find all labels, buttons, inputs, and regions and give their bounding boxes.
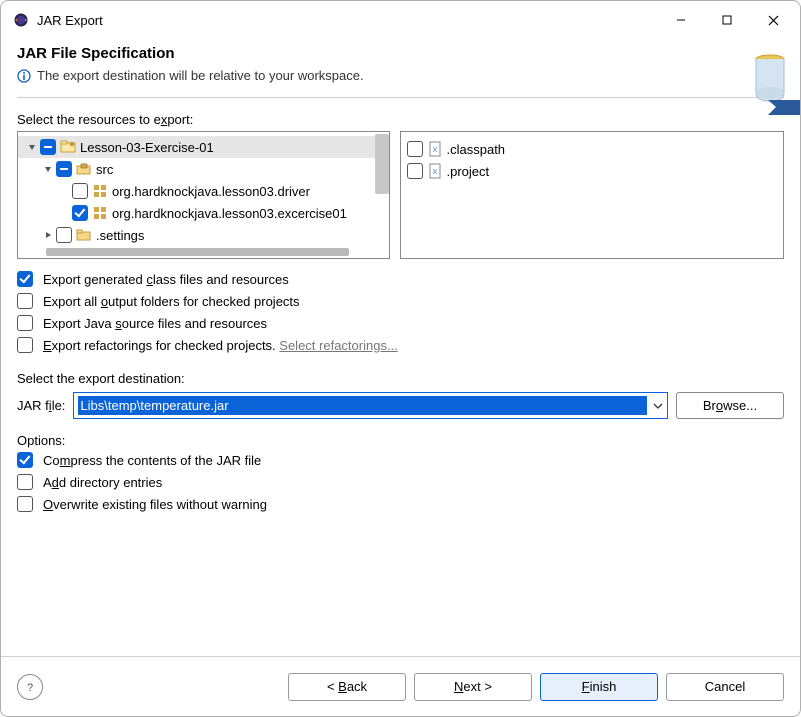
- source-folder-icon: [76, 161, 92, 177]
- opt-add-directory[interactable]: Add directory entries: [17, 474, 784, 490]
- opt-label: Export Java source files and resources: [43, 316, 267, 331]
- checkbox-export-generated[interactable]: [17, 271, 33, 287]
- opt-export-all-output[interactable]: Export all output folders for checked pr…: [17, 293, 784, 309]
- project-icon: [60, 139, 76, 155]
- svg-text:X: X: [432, 147, 437, 154]
- resource-panes: Lesson-03-Exercise-01 src: [17, 131, 784, 259]
- browse-button[interactable]: Browse...: [676, 392, 784, 419]
- tree-label: src: [96, 162, 113, 177]
- titlebar-left: JAR Export: [13, 12, 103, 28]
- checkbox-export-refactorings[interactable]: [17, 337, 33, 353]
- file-label: .project: [447, 164, 490, 179]
- checkbox-project-file[interactable]: [407, 163, 423, 179]
- svg-text:X: X: [432, 169, 437, 176]
- banner: JAR File Specification The export destin…: [1, 39, 800, 98]
- select-refactorings-link[interactable]: Select refactorings...: [279, 338, 398, 353]
- tree-node-pkg-excercise[interactable]: org.hardknockjava.lesson03.excercise01: [18, 202, 389, 224]
- opt-export-generated[interactable]: Export generated class files and resourc…: [17, 271, 784, 287]
- footer: ? < Back Next > Finish Cancel: [1, 656, 800, 716]
- checkbox-src[interactable]: [56, 161, 72, 177]
- wizard-nav: < Back Next > Finish Cancel: [288, 673, 784, 701]
- tree-node-pkg-driver[interactable]: org.hardknockjava.lesson03.driver: [18, 180, 389, 202]
- horizontal-scrollbar[interactable]: [46, 248, 349, 256]
- destination-label: Select the export destination:: [17, 371, 784, 386]
- options-header: Options:: [17, 433, 784, 448]
- next-button[interactable]: Next >: [414, 673, 532, 701]
- jar-file-combo[interactable]: [73, 392, 668, 419]
- separator: [17, 97, 784, 98]
- checkbox-settings[interactable]: [56, 227, 72, 243]
- opt-label: Export refactorings for checked projects…: [43, 338, 398, 353]
- opt-export-java-source[interactable]: Export Java source files and resources: [17, 315, 784, 331]
- opt-label: Overwrite existing files without warning: [43, 497, 267, 512]
- opt-compress[interactable]: Compress the contents of the JAR file: [17, 452, 784, 468]
- back-button[interactable]: < Back: [288, 673, 406, 701]
- checkbox-export-java-source[interactable]: [17, 315, 33, 331]
- tree-label: Lesson-03-Exercise-01: [80, 140, 214, 155]
- titlebar: JAR Export: [1, 1, 800, 39]
- window-title: JAR Export: [37, 13, 103, 28]
- checkbox-project[interactable]: [40, 139, 56, 155]
- help-button[interactable]: ?: [17, 674, 43, 700]
- checkbox-export-all-output[interactable]: [17, 293, 33, 309]
- opt-export-refactorings[interactable]: Export refactorings for checked projects…: [17, 337, 784, 353]
- banner-info-text: The export destination will be relative …: [37, 68, 364, 83]
- info-icon: [17, 69, 31, 83]
- folder-icon: [76, 227, 92, 243]
- maximize-button[interactable]: [704, 4, 750, 36]
- page-title: JAR File Specification: [17, 45, 784, 62]
- tree-label: .settings: [96, 228, 144, 243]
- file-list-pane[interactable]: X .classpath X .project: [400, 131, 785, 259]
- collapse-icon[interactable]: [24, 142, 40, 152]
- opt-label: Add directory entries: [43, 475, 162, 490]
- package-icon: [92, 205, 108, 221]
- close-button[interactable]: [750, 4, 796, 36]
- resources-label: Select the resources to export:: [17, 112, 784, 127]
- jar-wizard-icon: [728, 45, 800, 117]
- chevron-down-icon[interactable]: [653, 401, 663, 411]
- xml-file-icon: X: [427, 141, 443, 157]
- checkbox-add-directory[interactable]: [17, 474, 33, 490]
- collapse-icon[interactable]: [40, 164, 56, 174]
- content: Select the resources to export: Lesson-0…: [1, 98, 800, 656]
- tree-node-src[interactable]: src: [18, 158, 389, 180]
- tree-node-project[interactable]: Lesson-03-Exercise-01: [18, 136, 389, 158]
- jar-file-label: JAR file:: [17, 398, 65, 413]
- jar-options: Compress the contents of the JAR file Ad…: [17, 452, 784, 512]
- resource-tree: Lesson-03-Exercise-01 src: [18, 136, 389, 246]
- jar-file-input[interactable]: [78, 396, 647, 415]
- tree-node-settings[interactable]: .settings: [18, 224, 389, 246]
- checkbox-classpath[interactable]: [407, 141, 423, 157]
- dialog-window: JAR Export JAR File Specification The ex…: [0, 0, 801, 717]
- destination-row: JAR file: Browse...: [17, 392, 784, 419]
- xml-file-icon: X: [427, 163, 443, 179]
- file-label: .classpath: [447, 142, 506, 157]
- checkbox-overwrite[interactable]: [17, 496, 33, 512]
- cancel-button[interactable]: Cancel: [666, 673, 784, 701]
- export-options: Export generated class files and resourc…: [17, 271, 784, 353]
- checkbox-pkg-driver[interactable]: [72, 183, 88, 199]
- package-icon: [92, 183, 108, 199]
- opt-overwrite[interactable]: Overwrite existing files without warning: [17, 496, 784, 512]
- minimize-button[interactable]: [658, 4, 704, 36]
- opt-label: Compress the contents of the JAR file: [43, 453, 261, 468]
- eclipse-icon: [13, 12, 29, 28]
- window-controls: [658, 4, 796, 36]
- finish-button[interactable]: Finish: [540, 673, 658, 701]
- svg-text:?: ?: [27, 682, 33, 693]
- tree-label: org.hardknockjava.lesson03.driver: [112, 184, 310, 199]
- banner-info: The export destination will be relative …: [17, 68, 784, 83]
- opt-label: Export all output folders for checked pr…: [43, 294, 300, 309]
- file-row-project[interactable]: X .project: [407, 160, 778, 182]
- expand-icon[interactable]: [40, 230, 56, 240]
- vertical-scrollbar[interactable]: [375, 134, 389, 194]
- resource-tree-pane[interactable]: Lesson-03-Exercise-01 src: [17, 131, 390, 259]
- tree-label: org.hardknockjava.lesson03.excercise01: [112, 206, 347, 221]
- opt-label: Export generated class files and resourc…: [43, 272, 289, 287]
- file-row-classpath[interactable]: X .classpath: [407, 138, 778, 160]
- checkbox-pkg-excercise[interactable]: [72, 205, 88, 221]
- checkbox-compress[interactable]: [17, 452, 33, 468]
